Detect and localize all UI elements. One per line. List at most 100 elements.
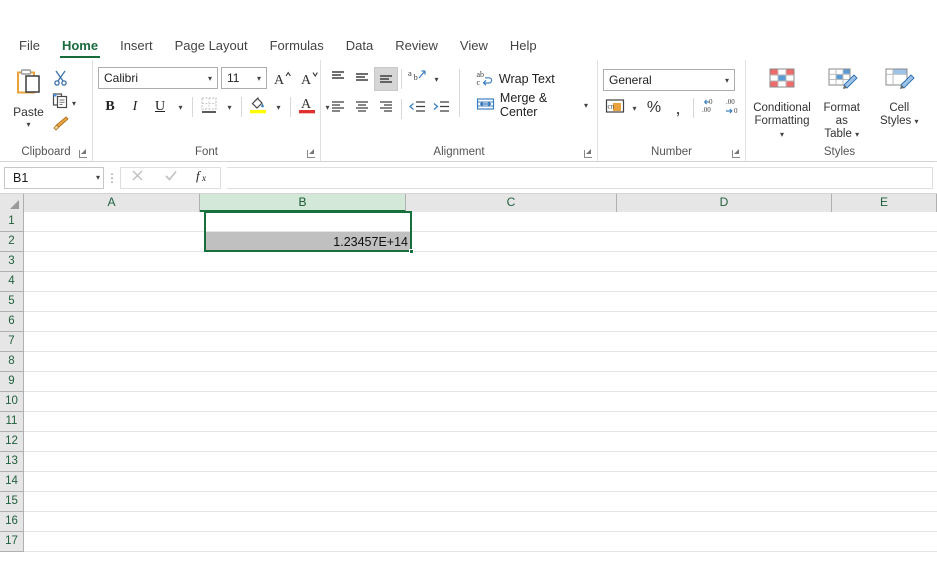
align-center-button[interactable]	[350, 97, 374, 121]
number-format-select[interactable]: General ▾	[603, 69, 735, 91]
align-middle-button[interactable]	[350, 67, 374, 91]
font-size-input[interactable]: 11 ▾	[221, 67, 267, 89]
font-dialog-launcher-icon[interactable]	[307, 149, 316, 158]
cell-area[interactable]: 1.23457E+14	[24, 211, 937, 565]
row-header-17[interactable]: 17	[0, 532, 23, 552]
underline-chevron-down-icon[interactable]: ▾	[173, 95, 188, 119]
align-top-button[interactable]	[326, 67, 350, 91]
number-dialog-launcher-icon[interactable]	[732, 149, 741, 158]
text-orientation-button[interactable]: a b	[405, 67, 429, 91]
tab-insert[interactable]: Insert	[109, 35, 164, 60]
wrap-text-icon: ab c	[476, 69, 494, 90]
fill-color-chevron-down-icon[interactable]: ▾	[271, 95, 286, 119]
merge-and-center-button[interactable]: Merge & Center ▾	[472, 91, 592, 119]
column-header-d[interactable]: D	[617, 194, 832, 212]
row-header-15[interactable]: 15	[0, 492, 23, 512]
font-color-button[interactable]: A	[295, 95, 319, 119]
conditional-formatting-button[interactable]: Conditional Formatting ▾	[751, 65, 813, 141]
formula-bar-options[interactable]: ⋮	[104, 171, 120, 185]
row-header-5[interactable]: 5	[0, 292, 23, 312]
row-header-11[interactable]: 11	[0, 412, 23, 432]
cut-button[interactable]	[52, 69, 76, 90]
row-header-8[interactable]: 8	[0, 352, 23, 372]
row-header-4[interactable]: 4	[0, 272, 23, 292]
cancel-button[interactable]	[121, 168, 154, 188]
borders-chevron-down-icon[interactable]: ▾	[222, 95, 237, 119]
tab-home[interactable]: Home	[51, 35, 109, 60]
fill-handle[interactable]	[409, 249, 414, 254]
font-size-chevron-down-icon[interactable]: ▾	[254, 74, 264, 83]
row-header-14[interactable]: 14	[0, 472, 23, 492]
svg-text:b: b	[414, 72, 418, 82]
bold-button[interactable]: B	[98, 95, 122, 119]
accounting-format-button[interactable]: cn	[603, 96, 627, 120]
cell-styles-button[interactable]: Cell Styles ▾	[871, 65, 929, 128]
alignment-dialog-launcher-icon[interactable]	[584, 149, 593, 158]
row-header-2[interactable]: 2	[0, 232, 23, 252]
row-header-16[interactable]: 16	[0, 512, 23, 532]
text-orientation-icon: a b	[407, 67, 427, 91]
decrease-font-size-button[interactable]: A	[297, 66, 321, 90]
tab-page-layout[interactable]: Page Layout	[164, 35, 259, 60]
paste-button[interactable]: Paste ▾	[5, 66, 52, 129]
cf-chevron-down-icon[interactable]: ▾	[780, 130, 784, 139]
cs-chevron-down-icon[interactable]: ▾	[915, 117, 919, 126]
format-as-table-button[interactable]: Format as Table ▾	[813, 65, 871, 141]
font-name-input[interactable]: Calibri ▾	[98, 67, 218, 89]
tab-review[interactable]: Review	[384, 35, 449, 60]
insert-function-button[interactable]: f x	[187, 168, 220, 188]
ribbon-group-styles: Conditional Formatting ▾ Format as Table…	[745, 60, 933, 161]
decrease-decimal-button[interactable]: .00 0	[721, 96, 745, 120]
column-header-e[interactable]: E	[832, 194, 937, 212]
align-right-button[interactable]	[374, 97, 398, 121]
percent-style-button[interactable]: %	[642, 96, 666, 120]
borders-button[interactable]	[197, 95, 221, 119]
increase-font-size-button[interactable]: A	[270, 66, 294, 90]
chevron-down-icon[interactable]: ▾	[26, 120, 30, 129]
enter-button[interactable]	[154, 168, 187, 188]
font-name-chevron-down-icon[interactable]: ▾	[205, 74, 215, 83]
tab-file[interactable]: File	[8, 35, 51, 60]
italic-button[interactable]: I	[123, 95, 147, 119]
row-header-10[interactable]: 10	[0, 392, 23, 412]
column-header-a[interactable]: A	[24, 194, 200, 212]
svg-text:cn: cn	[608, 102, 615, 110]
decrease-indent-button[interactable]	[405, 97, 429, 121]
tab-view[interactable]: View	[449, 35, 499, 60]
row-header-3[interactable]: 3	[0, 252, 23, 272]
name-box[interactable]: B1 ▾	[4, 166, 104, 189]
merge-chevron-down-icon[interactable]: ▾	[584, 101, 588, 110]
copy-chevron-down-icon[interactable]: ▾	[72, 99, 76, 108]
formula-input[interactable]	[227, 166, 933, 189]
align-left-button[interactable]	[326, 97, 350, 121]
copy-button[interactable]: ▾	[52, 92, 76, 113]
name-box-chevron-down-icon[interactable]: ▾	[96, 173, 100, 182]
cell-B2[interactable]: 1.23457E+14	[205, 232, 411, 251]
clipboard-dialog-launcher-icon[interactable]	[79, 149, 88, 158]
tab-help[interactable]: Help	[499, 35, 548, 60]
accounting-chevron-down-icon[interactable]: ▾	[627, 96, 642, 120]
cell-B1[interactable]	[205, 212, 411, 231]
row-header-13[interactable]: 13	[0, 452, 23, 472]
number-format-chevron-down-icon[interactable]: ▾	[722, 76, 732, 85]
column-header-c[interactable]: C	[406, 194, 617, 212]
orientation-chevron-down-icon[interactable]: ▾	[429, 67, 444, 91]
fill-color-button[interactable]	[246, 95, 270, 119]
select-all-button[interactable]	[0, 194, 24, 212]
align-bottom-button[interactable]	[374, 67, 398, 91]
increase-indent-button[interactable]	[429, 97, 453, 121]
row-header-9[interactable]: 9	[0, 372, 23, 392]
row-header-12[interactable]: 12	[0, 432, 23, 452]
increase-decimal-button[interactable]: 0 .00	[697, 96, 721, 120]
format-painter-button[interactable]	[52, 115, 76, 136]
tab-formulas[interactable]: Formulas	[259, 35, 335, 60]
comma-style-button[interactable]: ,	[666, 96, 690, 120]
row-header-6[interactable]: 6	[0, 312, 23, 332]
wrap-text-button[interactable]: ab c Wrap Text	[472, 66, 592, 92]
fat-chevron-down-icon[interactable]: ▾	[855, 130, 859, 139]
row-header-7[interactable]: 7	[0, 332, 23, 352]
tab-data[interactable]: Data	[335, 35, 384, 60]
column-header-b[interactable]: B	[200, 194, 406, 212]
row-header-1[interactable]: 1	[0, 212, 23, 232]
underline-button[interactable]: U	[148, 95, 172, 119]
